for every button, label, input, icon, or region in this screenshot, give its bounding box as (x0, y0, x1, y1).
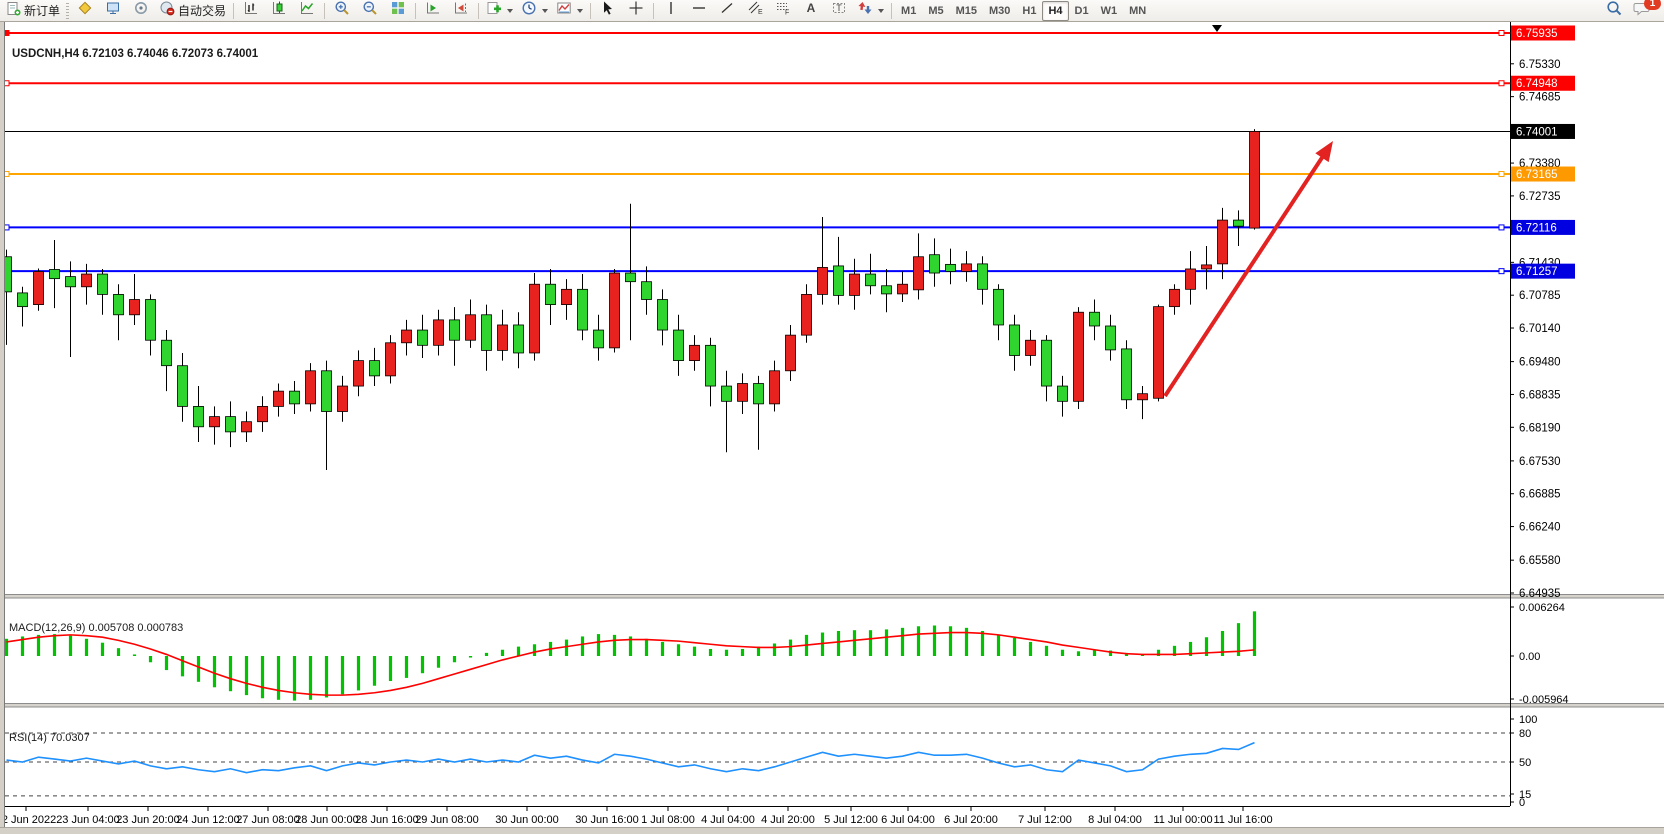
chat-button[interactable]: 1 (1628, 0, 1656, 22)
zoom-out-icon (362, 0, 378, 21)
svg-text:F: F (785, 10, 789, 17)
horizontal-line-button[interactable] (685, 0, 713, 22)
tf-button-m5[interactable]: M5 (922, 1, 949, 21)
zoom-in-icon (334, 0, 350, 21)
new-order-icon (6, 1, 21, 21)
fibonacci-button[interactable]: F (769, 0, 797, 22)
chart-shift-button[interactable] (447, 0, 475, 22)
arrows-button[interactable] (853, 0, 888, 22)
trendline-button[interactable] (713, 0, 741, 22)
text-button[interactable]: A (797, 0, 825, 22)
line-chart-button[interactable] (293, 0, 321, 22)
new-order-label: 新订单 (24, 2, 60, 19)
equidistant-channel-icon: E (747, 0, 763, 21)
journal-icon (77, 0, 93, 21)
tile-windows-icon (390, 0, 406, 21)
window-left-edge (0, 22, 5, 833)
vertical-line-icon (664, 0, 678, 21)
horizontal-line-icon (691, 0, 707, 21)
cursor-button[interactable] (594, 0, 622, 22)
vertical-line-button[interactable] (657, 0, 685, 22)
notification-badge: 1 (1644, 0, 1661, 10)
toolbar-separator (324, 3, 325, 19)
template-icon (556, 0, 572, 21)
svg-text:E: E (758, 9, 763, 16)
candle-chart-icon (271, 0, 287, 21)
cursor-icon (600, 0, 616, 21)
tf-button-m15[interactable]: M15 (950, 1, 983, 21)
toolbar-separator (478, 3, 479, 19)
text-icon: A (804, 0, 818, 21)
arrows-icon (857, 0, 873, 21)
trendline-icon (719, 0, 735, 21)
journal-button[interactable] (71, 0, 99, 22)
crosshair-icon (628, 0, 644, 21)
tf-button-mn[interactable]: MN (1123, 1, 1152, 21)
search-button[interactable] (1600, 0, 1628, 22)
crosshair-button[interactable] (622, 0, 650, 22)
toolbar-separator (233, 3, 234, 19)
chart-title: USDCNH,H4 6.72103 6.74046 6.72073 6.7400… (12, 48, 258, 60)
svg-text:A: A (807, 1, 816, 15)
dropdown-caret (542, 9, 548, 13)
text-label-button[interactable]: T (825, 0, 853, 22)
terminal-button[interactable] (99, 0, 127, 22)
tf-button-w1[interactable]: W1 (1095, 1, 1124, 21)
chart-window: USDCNH,H4 6.72103 6.74046 6.72073 6.7400… (0, 22, 1664, 833)
tf-button-h4[interactable]: H4 (1042, 1, 1068, 21)
text-label-icon: T (831, 0, 847, 21)
period-clock-button[interactable] (517, 0, 552, 22)
candle-chart-button[interactable] (265, 0, 293, 22)
tf-button-m1[interactable]: M1 (895, 1, 922, 21)
bar-chart-button[interactable] (237, 0, 265, 22)
main-toolbar: 新订单 自动交易 (0, 0, 1664, 22)
line-chart-icon (299, 0, 315, 21)
alerts-button[interactable] (127, 0, 155, 22)
equidistant-channel-button[interactable]: E (741, 0, 769, 22)
toolbar-grip[interactable] (66, 3, 69, 19)
toolbar-separator (891, 3, 892, 19)
chart-shift-icon (453, 0, 469, 21)
indicators-button[interactable] (482, 0, 517, 22)
autotrade-button[interactable]: 自动交易 (155, 0, 230, 22)
tf-button-d1[interactable]: D1 (1069, 1, 1095, 21)
auto-scroll-button[interactable] (419, 0, 447, 22)
toolbar-separator (415, 3, 416, 19)
new-order-button[interactable]: 新订单 (2, 0, 64, 22)
indicators-icon (486, 0, 502, 21)
toolbar-separator (590, 3, 591, 19)
tf-button-m30[interactable]: M30 (983, 1, 1016, 21)
autotrade-label: 自动交易 (178, 2, 226, 19)
alerts-icon (133, 0, 149, 21)
dropdown-caret (577, 9, 583, 13)
dropdown-caret (507, 9, 513, 13)
terminal-icon (105, 0, 121, 21)
svg-text:T: T (836, 3, 842, 13)
period-clock-icon (521, 0, 537, 21)
autotrade-icon (159, 0, 175, 21)
tile-windows-button[interactable] (384, 0, 412, 22)
auto-scroll-icon (425, 0, 441, 21)
zoom-in-button[interactable] (328, 0, 356, 22)
zoom-out-button[interactable] (356, 0, 384, 22)
search-icon (1606, 0, 1623, 22)
fibonacci-icon: F (775, 0, 791, 21)
rsi-label: RSI(14) 70.0307 (9, 732, 90, 744)
tf-button-h1[interactable]: H1 (1016, 1, 1042, 21)
bar-chart-icon (243, 0, 259, 21)
dropdown-caret (878, 9, 884, 13)
toolbar-separator (653, 3, 654, 19)
template-button[interactable] (552, 0, 587, 22)
macd-label: MACD(12,26,9) 0.005708 0.000783 (9, 622, 183, 634)
